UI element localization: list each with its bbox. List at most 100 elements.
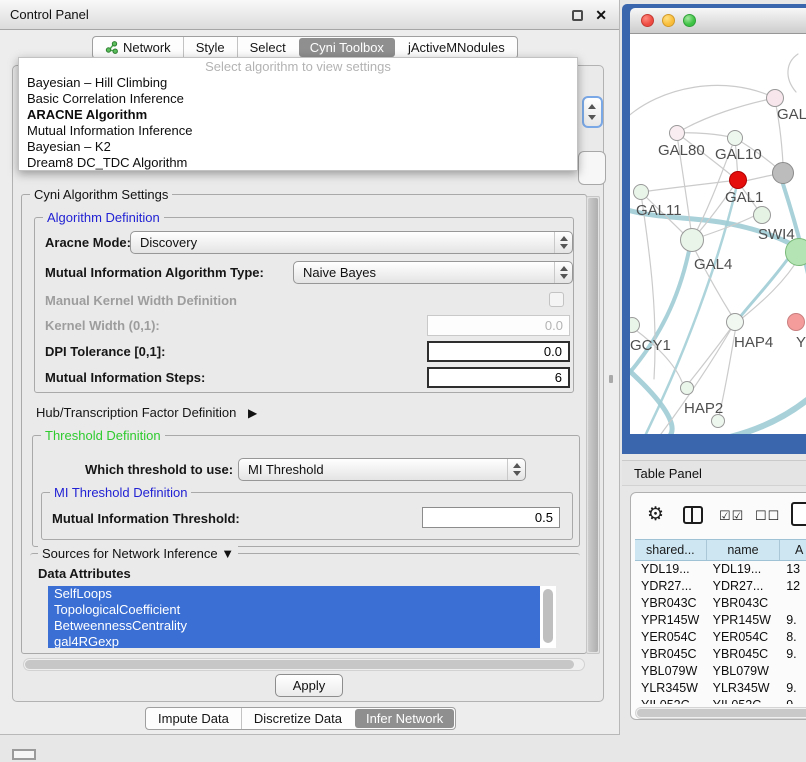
settings-horizontal-scrollbar[interactable]	[23, 658, 585, 671]
dropdown-item-dream8[interactable]: Dream8 DC_TDC Algorithm	[19, 155, 577, 171]
which-threshold-label: Which threshold to use:	[85, 462, 233, 477]
cell: 9	[780, 697, 806, 704]
network-node[interactable]	[727, 130, 743, 146]
network-node[interactable]	[680, 381, 694, 395]
dropdown-item-bayesian-k2[interactable]: Bayesian – K2	[19, 139, 577, 155]
manual-kernel-checkbox[interactable]	[549, 292, 564, 307]
data-attributes-listbox[interactable]: SelfLoops TopologicalCoefficient Between…	[48, 586, 556, 648]
network-node-gray[interactable]	[772, 162, 794, 184]
table-row[interactable]: YBR045C YBR045C 9.	[635, 646, 806, 663]
expand-right-icon: ▶	[248, 406, 257, 420]
tab-cyni-toolbox[interactable]: Cyni Toolbox	[299, 38, 395, 57]
node-label: GAL80	[658, 142, 705, 159]
cell: YBR043C	[635, 595, 707, 612]
aracne-mode-select[interactable]: Discovery	[130, 231, 573, 254]
list-item[interactable]: BetweennessCentrality	[48, 618, 540, 634]
table-row[interactable]: YLR345W YLR345W 9.	[635, 680, 806, 697]
cell: YBL079W	[707, 663, 781, 680]
table-row[interactable]: YBL079W YBL079W	[635, 663, 806, 680]
list-item[interactable]: TopologicalCoefficient	[48, 602, 540, 618]
tab-discretize-data[interactable]: Discretize Data	[241, 708, 354, 729]
combo-stepper-icon	[554, 262, 572, 283]
tab-jactivemnodules[interactable]: jActiveMNodules	[396, 37, 517, 58]
network-node[interactable]	[766, 89, 784, 107]
zoom-window-button[interactable]	[683, 14, 696, 27]
network-node[interactable]	[753, 206, 771, 224]
network-node[interactable]	[726, 313, 744, 331]
minimized-panel-icon[interactable]	[12, 749, 36, 760]
tab-label: Select	[250, 40, 286, 55]
table-row[interactable]: YIL052C YIL052C 9	[635, 697, 806, 704]
tab-impute-data[interactable]: Impute Data	[146, 708, 241, 729]
network-window-titlebar[interactable]	[630, 8, 806, 34]
network-node[interactable]	[669, 125, 685, 141]
dpi-tolerance-field[interactable]	[427, 341, 570, 362]
panel-splitter-grip[interactable]	[609, 375, 613, 383]
close-window-button[interactable]	[641, 14, 654, 27]
table-horizontal-scrollbar[interactable]	[635, 707, 806, 719]
column-header-shared-name[interactable]: shared...	[635, 540, 707, 560]
cell: YDL19...	[635, 561, 707, 578]
dropdown-item-aracne[interactable]: ARACNE Algorithm	[19, 107, 577, 123]
network-node[interactable]	[633, 184, 649, 200]
group-title: Algorithm Definition	[43, 210, 164, 225]
algorithm-dropdown-list: Select algorithm to view settings Bayesi…	[18, 57, 578, 171]
tab-label: Cyni Toolbox	[310, 40, 384, 55]
kernel-width-field[interactable]	[427, 315, 570, 336]
mi-threshold-definition-group: MI Threshold Definition Mutual Informati…	[41, 492, 573, 540]
tab-infer-network[interactable]: Infer Network	[355, 709, 454, 728]
network-canvas[interactable]: GAL GAL80 GAL10 GAL1 GAL11 SWI4 GAL4 HAP…	[630, 34, 806, 434]
kernel-width-label: Kernel Width (0,1):	[45, 318, 160, 333]
hub-tf-definition-toggle[interactable]: Hub/Transcription Factor Definition ▶	[36, 405, 257, 420]
node-label: Y	[796, 334, 806, 351]
columns-icon[interactable]	[683, 506, 703, 524]
settings-vertical-scrollbar[interactable]	[586, 196, 600, 654]
mi-algorithm-type-select[interactable]: Naive Bayes	[293, 261, 573, 284]
cell: 12	[780, 578, 806, 595]
table-row[interactable]: YDL19... YDL19... 13	[635, 561, 806, 578]
float-panel-icon[interactable]	[572, 10, 583, 21]
cyni-algorithm-settings-group: Cyni Algorithm Settings Algorithm Defini…	[21, 194, 587, 654]
network-node-salmon[interactable]	[787, 313, 805, 331]
deselect-all-columns-icon[interactable]: ☐☐	[755, 508, 780, 524]
sources-group-title[interactable]: Sources for Network Inference ▼	[38, 546, 238, 561]
list-item[interactable]: SelfLoops	[48, 586, 540, 602]
apply-button[interactable]: Apply	[275, 674, 343, 697]
table-row[interactable]: YPR145W YPR145W 9.	[635, 612, 806, 629]
scrollbar-thumb[interactable]	[25, 660, 574, 669]
scrollbar-thumb[interactable]	[637, 709, 806, 717]
list-scrollbar[interactable]	[543, 589, 553, 643]
close-panel-icon[interactable]: ✕	[595, 10, 607, 21]
table-mode-icon[interactable]	[791, 502, 806, 526]
dropdown-item-mutual-information[interactable]: Mutual Information Inference	[19, 123, 577, 139]
minimize-window-button[interactable]	[662, 14, 675, 27]
hidden-combo-stepper-icon	[582, 96, 603, 128]
mi-steps-field[interactable]	[427, 367, 570, 388]
which-threshold-select[interactable]: MI Threshold	[238, 458, 526, 481]
scrollbar-thumb[interactable]	[588, 198, 598, 652]
tab-label: Impute Data	[158, 711, 229, 726]
panel-title: Control Panel	[0, 7, 89, 22]
table-row[interactable]: YER054C YER054C 8.	[635, 629, 806, 646]
tab-network[interactable]: Network	[93, 37, 183, 58]
manual-kernel-label: Manual Kernel Width Definition	[45, 293, 237, 308]
dropdown-item-bayesian-hill-climbing[interactable]: Bayesian – Hill Climbing	[19, 75, 577, 91]
combo-stepper-icon	[554, 232, 572, 253]
network-node[interactable]	[680, 228, 704, 252]
table-row[interactable]: YDR27... YDR27... 12	[635, 578, 806, 595]
select-all-columns-icon[interactable]: ☑☑	[719, 508, 744, 524]
column-header-name[interactable]: name	[707, 540, 781, 560]
network-node-red[interactable]	[729, 171, 747, 189]
combo-stepper-icon	[507, 459, 525, 480]
hidden-box-fragment	[578, 151, 606, 185]
mi-threshold-field[interactable]	[422, 507, 560, 528]
column-header-partial[interactable]: A	[780, 540, 806, 560]
tab-style[interactable]: Style	[183, 37, 237, 58]
tab-select[interactable]: Select	[237, 37, 298, 58]
list-item[interactable]: gal4RGexp	[48, 634, 540, 648]
cell: YER054C	[707, 629, 781, 646]
gear-icon[interactable]: ⚙	[647, 503, 664, 526]
dropdown-item-basic-correlation[interactable]: Basic Correlation Inference	[19, 91, 577, 107]
table-row[interactable]: YBR043C YBR043C	[635, 595, 806, 612]
titlebar-actions: ✕	[572, 0, 607, 30]
